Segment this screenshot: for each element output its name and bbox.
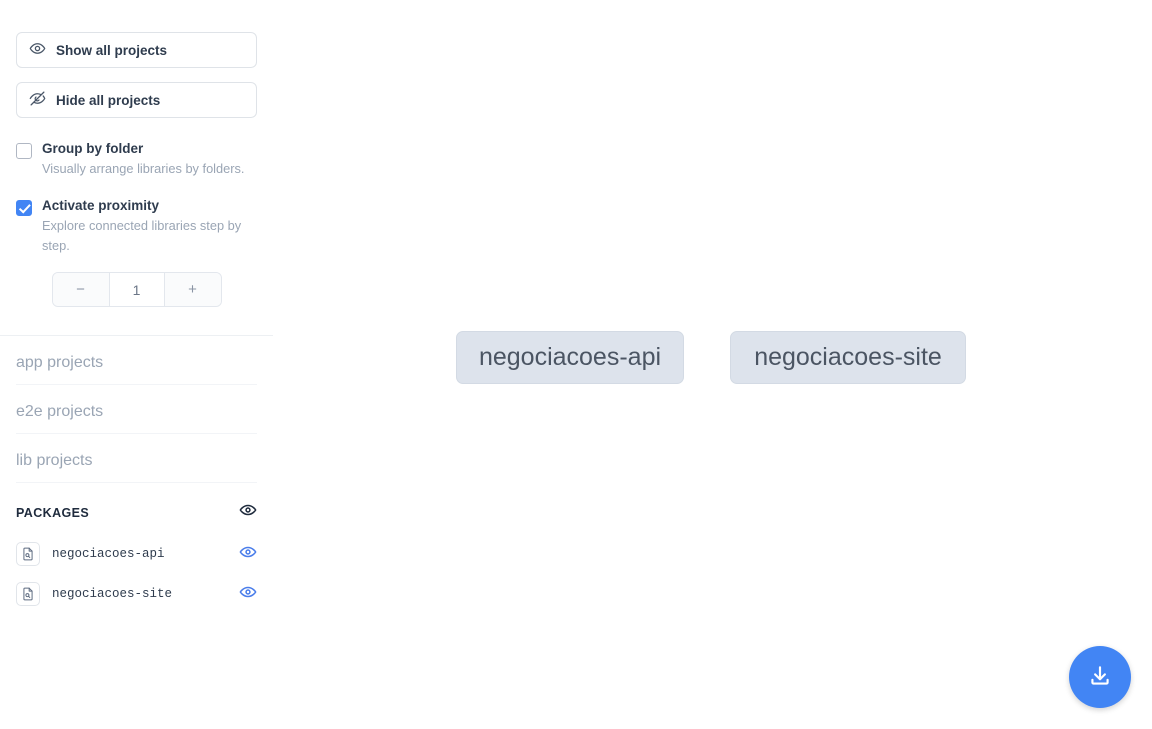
- activate-proximity-description: Explore connected libraries step by step…: [42, 218, 242, 253]
- option-group-by-folder[interactable]: Group by folder Visually arrange librari…: [16, 140, 257, 179]
- sidebar-scroll-content: Show all projects Hide all projects Grou…: [0, 0, 273, 614]
- package-row-negociacoes-site[interactable]: negociacoes-site: [16, 574, 257, 614]
- file-search-icon: [16, 582, 40, 606]
- eye-off-icon: [29, 90, 46, 110]
- packages-toggle-visibility-eye-icon[interactable]: [239, 501, 257, 524]
- group-by-folder-checkbox[interactable]: [16, 143, 32, 159]
- activate-proximity-checkbox[interactable]: [16, 200, 32, 216]
- section-lib-projects[interactable]: lib projects: [16, 434, 257, 483]
- graph-node-negociacoes-site[interactable]: negociacoes-site: [730, 331, 966, 384]
- project-graph-app: Show all projects Hide all projects Grou…: [0, 0, 1152, 729]
- section-app-projects[interactable]: app projects: [16, 336, 257, 385]
- activate-proximity-label: Activate proximity: [42, 198, 160, 213]
- hide-all-projects-button[interactable]: Hide all projects: [16, 82, 257, 118]
- section-packages-label: PACKAGES: [16, 505, 90, 520]
- package-visibility-eye-icon-negociacoes-site[interactable]: [239, 583, 257, 606]
- hide-all-projects-label: Hide all projects: [56, 92, 161, 108]
- section-e2e-projects-label: e2e projects: [16, 403, 104, 420]
- section-packages[interactable]: PACKAGES: [16, 483, 257, 534]
- activate-proximity-texts: Activate proximity Explore connected lib…: [42, 197, 257, 256]
- proximity-increment-button[interactable]: +: [164, 273, 221, 306]
- download-icon: [1087, 663, 1113, 692]
- package-name-negociacoes-api: negociacoes-api: [52, 547, 165, 561]
- group-by-folder-label: Group by folder: [42, 141, 144, 156]
- download-graph-button[interactable]: [1069, 646, 1131, 708]
- sidebar-top-controls: Show all projects Hide all projects Grou…: [0, 32, 273, 307]
- show-all-projects-button[interactable]: Show all projects: [16, 32, 257, 68]
- sidebar: Show all projects Hide all projects Grou…: [0, 0, 273, 729]
- project-graph-canvas[interactable]: negociacoes-api negociacoes-site: [273, 0, 1152, 729]
- section-e2e-projects[interactable]: e2e projects: [16, 385, 257, 434]
- file-search-icon: [16, 542, 40, 566]
- group-by-folder-description: Visually arrange libraries by folders.: [42, 161, 245, 176]
- section-app-projects-label: app projects: [16, 354, 104, 371]
- graph-node-label: negociacoes-site: [754, 343, 942, 371]
- proximity-stepper[interactable]: − 1 +: [51, 272, 222, 307]
- package-row-negociacoes-api[interactable]: negociacoes-api: [16, 534, 257, 574]
- proximity-value: 1: [108, 273, 165, 306]
- eye-icon: [29, 40, 46, 60]
- package-name-negociacoes-site: negociacoes-site: [52, 587, 173, 601]
- option-activate-proximity[interactable]: Activate proximity Explore connected lib…: [16, 197, 257, 256]
- proximity-stepper-wrap: − 1 +: [16, 272, 257, 307]
- package-visibility-eye-icon-negociacoes-api[interactable]: [239, 543, 257, 566]
- graph-node-label: negociacoes-api: [478, 343, 662, 371]
- graph-node-negociacoes-api[interactable]: negociacoes-api: [456, 331, 684, 384]
- proximity-decrement-button[interactable]: −: [52, 273, 109, 306]
- group-by-folder-texts: Group by folder Visually arrange librari…: [42, 140, 257, 179]
- show-all-projects-label: Show all projects: [56, 42, 168, 58]
- section-lib-projects-label: lib projects: [16, 452, 93, 469]
